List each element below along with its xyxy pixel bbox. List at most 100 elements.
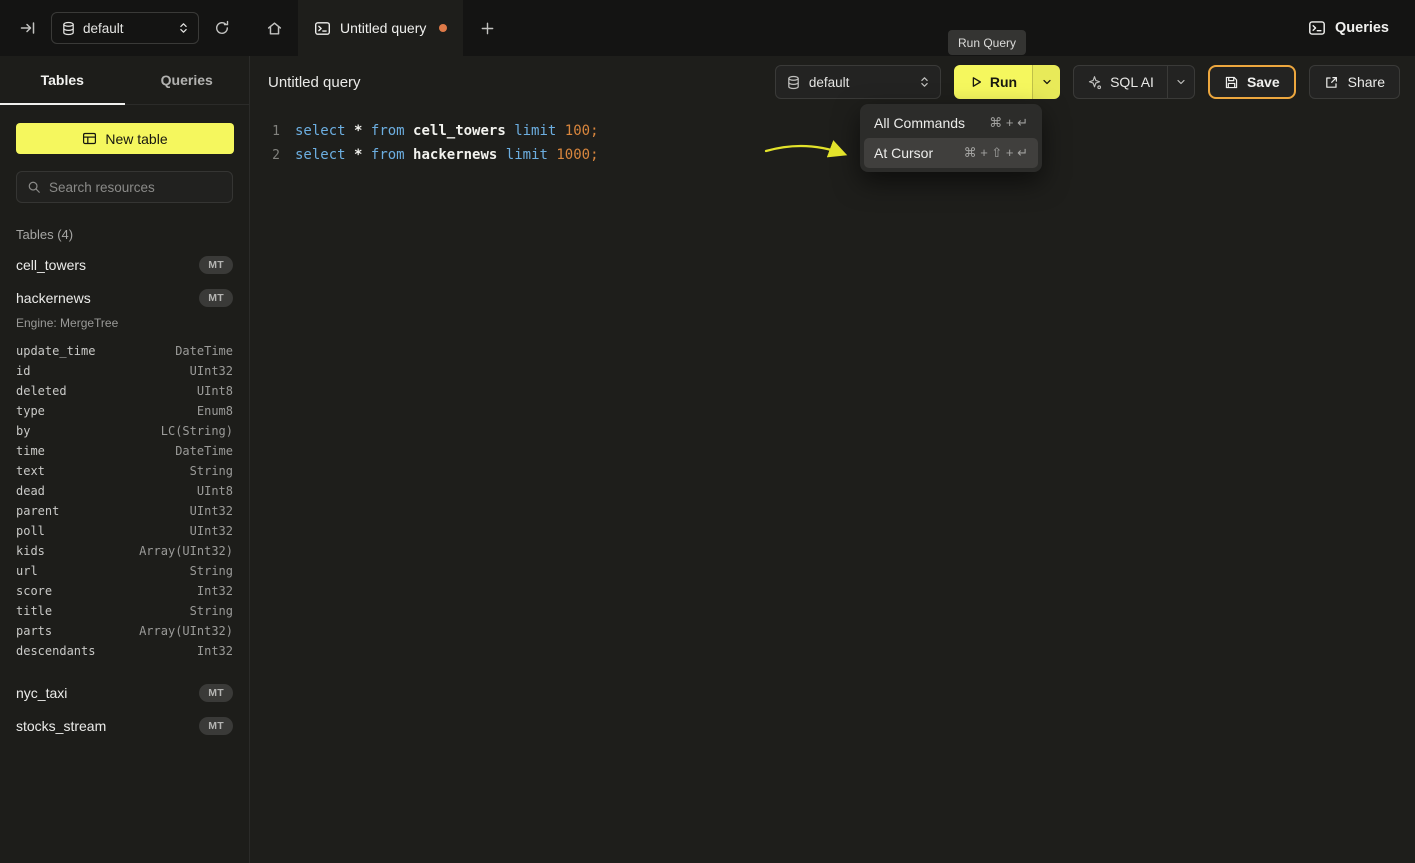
queries-icon: [1308, 19, 1326, 37]
queries-button-label: Queries: [1335, 20, 1389, 36]
column-type: UInt8: [197, 484, 233, 498]
table-row-hackernews[interactable]: hackernews MT: [16, 281, 233, 314]
header-database-selector[interactable]: default: [775, 65, 941, 99]
topbar-right: Queries: [1308, 0, 1415, 56]
column-name: deleted: [16, 384, 67, 398]
home-icon: [266, 20, 283, 37]
table-name: nyc_taxi: [16, 685, 67, 701]
column-type: UInt32: [190, 504, 233, 518]
tab-untitled-query[interactable]: Untitled query: [298, 0, 463, 56]
tables-section-header: Tables (4): [16, 227, 233, 242]
column-name: id: [16, 364, 30, 378]
code-line[interactable]: 1select * from cell_towers limit 100;: [268, 119, 1415, 143]
unsaved-changes-dot: [439, 24, 447, 32]
save-icon: [1224, 75, 1239, 90]
app-window: default Untitled query: [0, 0, 1415, 863]
column-type: DateTime: [175, 444, 233, 458]
column-row[interactable]: kidsArray(UInt32): [16, 541, 233, 561]
sql-ai-options-button[interactable]: [1168, 66, 1194, 98]
column-name: dead: [16, 484, 45, 498]
sidebar: Tables Queries New table Tables (4) cell…: [0, 56, 250, 863]
plus-icon: [480, 21, 495, 36]
updown-chevron-icon: [919, 75, 930, 89]
sidebar-tab-queries[interactable]: Queries: [125, 56, 250, 104]
column-row[interactable]: pollUInt32: [16, 521, 233, 541]
table-row-nyc-taxi[interactable]: nyc_taxi MT: [16, 676, 233, 709]
line-number: 1: [268, 124, 280, 139]
menu-item-all-commands[interactable]: All Commands ⌘ + ↵: [864, 108, 1038, 138]
sql-ai-split-button: SQL AI: [1073, 65, 1195, 99]
new-tab-button[interactable]: [463, 0, 511, 56]
column-type: String: [190, 564, 233, 578]
column-name: poll: [16, 524, 45, 538]
sidebar-tab-tables-label: Tables: [41, 72, 84, 88]
menu-item-shortcut: ⌘ + ↵: [989, 115, 1028, 131]
sql-editor[interactable]: 1select * from cell_towers limit 100;2se…: [250, 108, 1415, 167]
table-row-cell-towers[interactable]: cell_towers MT: [16, 248, 233, 281]
chevron-down-icon: [1175, 76, 1187, 88]
query-controls: default Run: [775, 65, 1400, 99]
database-icon: [786, 75, 801, 90]
menu-item-shortcut: ⌘ + ⇧ + ↵: [964, 145, 1028, 161]
refresh-button[interactable]: [208, 14, 236, 42]
menu-item-label: All Commands: [874, 115, 965, 131]
column-type: String: [190, 604, 233, 618]
column-name: kids: [16, 544, 45, 558]
column-row[interactable]: textString: [16, 461, 233, 481]
column-row[interactable]: idUInt32: [16, 361, 233, 381]
column-name: score: [16, 584, 52, 598]
menu-item-at-cursor[interactable]: At Cursor⌘ + ⇧ + ↵: [864, 138, 1038, 168]
sidebar-tab-tables[interactable]: Tables: [0, 56, 125, 104]
save-button[interactable]: Save: [1208, 65, 1296, 99]
column-row[interactable]: byLC(String): [16, 421, 233, 441]
column-row[interactable]: parent UInt32: [16, 501, 233, 521]
table-grid-icon: [82, 131, 97, 146]
column-row[interactable]: urlString: [16, 561, 233, 581]
table-row-stocks-stream[interactable]: stocks_stream MT: [16, 709, 233, 742]
table-name: stocks_stream: [16, 718, 106, 734]
sql-ai-button[interactable]: SQL AI: [1074, 66, 1168, 98]
table-name: hackernews: [16, 290, 91, 306]
refresh-icon: [214, 20, 230, 36]
search-resources: [16, 171, 233, 203]
search-input[interactable]: [49, 180, 222, 195]
home-tab-button[interactable]: [250, 0, 298, 56]
column-name: title: [16, 604, 52, 618]
share-button[interactable]: Share: [1309, 65, 1400, 99]
tab-strip: Untitled query: [250, 0, 1308, 56]
engine-badge: MT: [199, 684, 233, 702]
query-tab-icon: [314, 20, 331, 37]
column-row[interactable]: title String: [16, 601, 233, 621]
run-button-label: Run: [990, 74, 1017, 90]
column-row[interactable]: deletedUInt8: [16, 381, 233, 401]
collapse-sidebar-button[interactable]: [14, 14, 42, 42]
column-row[interactable]: typeEnum8: [16, 401, 233, 421]
column-row[interactable]: timeDateTime: [16, 441, 233, 461]
column-row[interactable]: descendantsInt32: [16, 641, 233, 661]
column-row[interactable]: scoreInt32: [16, 581, 233, 601]
column-row[interactable]: dead UInt8: [16, 481, 233, 501]
hackernews-details: Engine: MergeTree update_timeDateTimeidU…: [16, 316, 233, 661]
column-type: DateTime: [175, 344, 233, 358]
share-icon: [1324, 75, 1339, 90]
run-button[interactable]: Run: [954, 65, 1033, 99]
topbar: default Untitled query: [0, 0, 1415, 56]
topbar-left: default: [0, 0, 250, 56]
column-row[interactable]: update_timeDateTime: [16, 341, 233, 361]
code-line[interactable]: 2select * from hackernews limit 1000;: [268, 143, 1415, 167]
collapse-sidebar-icon: [20, 20, 36, 36]
column-row[interactable]: partsArray(UInt32): [16, 621, 233, 641]
topbar-database-selector[interactable]: default: [51, 12, 199, 44]
table-name: cell_towers: [16, 257, 86, 273]
column-name: parent: [16, 504, 59, 518]
run-options-button[interactable]: [1033, 65, 1060, 99]
engine-label: Engine: MergeTree: [16, 316, 233, 330]
column-name: by: [16, 424, 30, 438]
run-options-menu: All Commands ⌘ + ↵ At Cursor⌘ + ⇧ + ↵: [860, 104, 1042, 172]
share-button-label: Share: [1348, 74, 1385, 90]
topbar-database-value: default: [83, 21, 171, 36]
queries-button[interactable]: Queries: [1308, 19, 1389, 37]
new-table-button[interactable]: New table: [16, 123, 234, 154]
main-panel: Untitled query default: [250, 56, 1415, 863]
header-database-value: default: [809, 75, 911, 90]
